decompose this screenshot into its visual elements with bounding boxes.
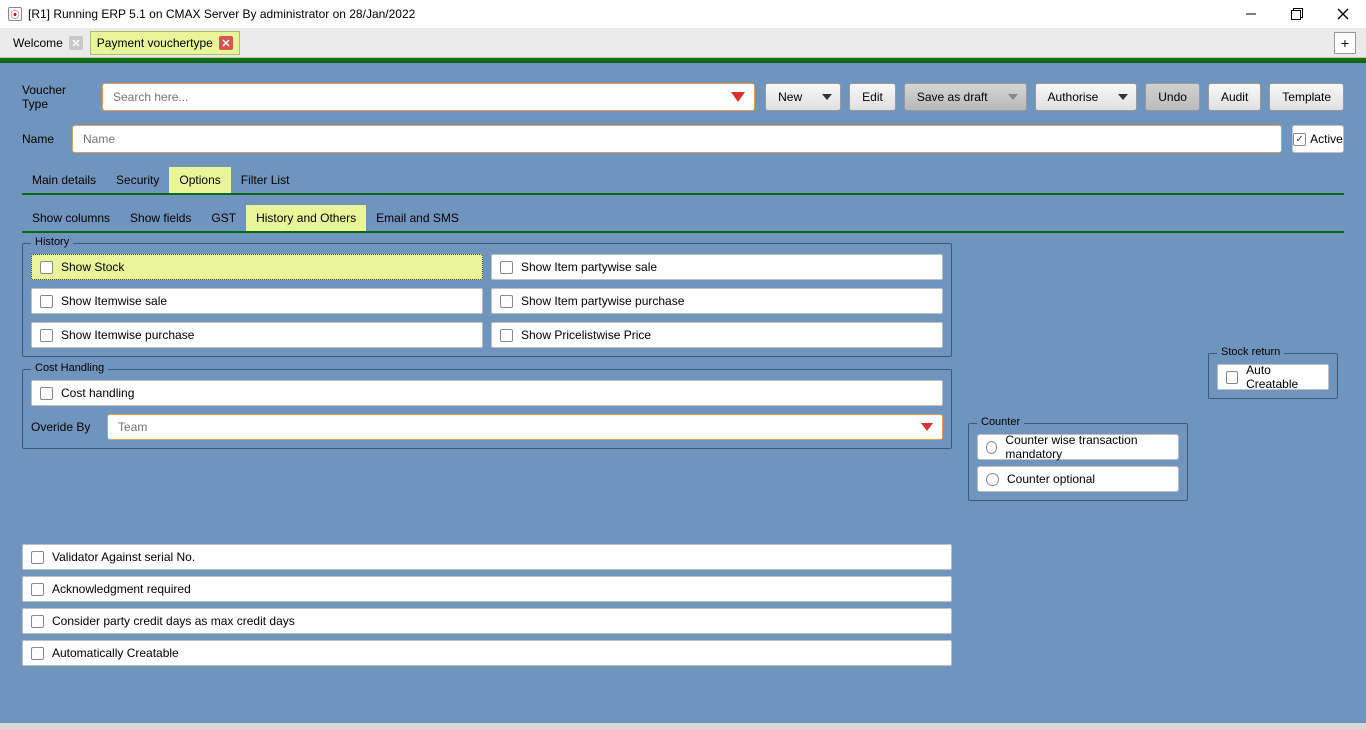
ack-required-row[interactable]: Acknowledgment required <box>22 576 952 602</box>
name-input[interactable] <box>72 125 1282 153</box>
new-button[interactable]: New <box>765 83 841 111</box>
edit-button[interactable]: Edit <box>849 83 896 111</box>
pricelist-price-label: Show Pricelistwise Price <box>521 328 651 342</box>
tab-filter-list[interactable]: Filter List <box>231 167 300 193</box>
validator-serial-checkbox[interactable] <box>31 551 44 564</box>
minimize-button[interactable] <box>1228 0 1274 28</box>
pricelist-price-checkbox[interactable] <box>500 329 513 342</box>
itemwise-sale-label: Show Itemwise sale <box>61 294 167 308</box>
consider-credit-row[interactable]: Consider party credit days as max credit… <box>22 608 952 634</box>
itemwise-purchase-checkbox[interactable] <box>40 329 53 342</box>
cost-handling-fieldset: Cost Handling Cost handling Overide By <box>22 369 952 449</box>
show-stock-row[interactable]: Show Stock <box>31 254 483 280</box>
stock-return-fieldset: Stock return Auto Creatable <box>1208 353 1338 399</box>
counter-optional-radio[interactable] <box>986 473 999 486</box>
audit-button[interactable]: Audit <box>1208 83 1261 111</box>
chevron-down-icon <box>1008 94 1018 100</box>
counter-optional-label: Counter optional <box>1007 472 1095 486</box>
action-toolbar: New Edit Save as draft Authorise Undo Au… <box>765 83 1344 111</box>
validator-serial-label: Validator Against serial No. <box>52 550 195 564</box>
option-subtabs: Show columns Show fields GST History and… <box>22 205 1344 233</box>
active-label: Active <box>1310 132 1343 146</box>
chevron-down-icon <box>822 94 832 100</box>
auto-creatable-label: Automatically Creatable <box>52 646 179 660</box>
itemwise-sale-checkbox[interactable] <box>40 295 53 308</box>
stock-return-legend: Stock return <box>1217 346 1284 358</box>
partywise-purchase-row[interactable]: Show Item partywise purchase <box>491 288 943 314</box>
voucher-type-search[interactable] <box>102 83 755 111</box>
partywise-purchase-label: Show Item partywise purchase <box>521 294 684 308</box>
app-icon: ⦿ <box>8 7 22 21</box>
itemwise-purchase-row[interactable]: Show Itemwise purchase <box>31 322 483 348</box>
bottom-bar <box>0 723 1366 729</box>
voucher-type-label: Voucher Type <box>22 83 92 111</box>
chevron-down-icon <box>1118 94 1128 100</box>
tab-label: Payment vouchertype <box>97 36 213 50</box>
auto-creatable-row[interactable]: Automatically Creatable <box>22 640 952 666</box>
tab-payment-vouchertype[interactable]: Payment vouchertype <box>90 31 240 55</box>
undo-button[interactable]: Undo <box>1145 83 1200 111</box>
dropdown-caret-icon[interactable] <box>921 423 933 431</box>
subtab-history-others[interactable]: History and Others <box>246 205 366 231</box>
show-stock-checkbox[interactable] <box>40 261 53 274</box>
document-tabbar: Welcome Payment vouchertype + <box>0 28 1366 58</box>
stock-auto-creatable-checkbox[interactable] <box>1226 371 1238 384</box>
ack-required-checkbox[interactable] <box>31 583 44 596</box>
authorise-button[interactable]: Authorise <box>1035 83 1138 111</box>
titlebar: ⦿ [R1] Running ERP 5.1 on CMAX Server By… <box>0 0 1366 28</box>
tab-close-icon[interactable] <box>219 36 233 50</box>
itemwise-sale-row[interactable]: Show Itemwise sale <box>31 288 483 314</box>
auto-creatable-checkbox[interactable] <box>31 647 44 660</box>
consider-credit-checkbox[interactable] <box>31 615 44 628</box>
tab-security[interactable]: Security <box>106 167 169 193</box>
name-label: Name <box>22 132 62 146</box>
history-fieldset: History Show Stock Show Item partywise s… <box>22 243 952 357</box>
override-by-label: Overide By <box>31 420 97 434</box>
content-area: Voucher Type New Edit Save as draft Auth… <box>0 63 1366 723</box>
tab-options[interactable]: Options <box>169 167 230 193</box>
close-button[interactable] <box>1320 0 1366 28</box>
counter-fieldset: Counter Counter wise transaction mandato… <box>968 423 1188 501</box>
consider-credit-label: Consider party credit days as max credit… <box>52 614 295 628</box>
itemwise-purchase-label: Show Itemwise purchase <box>61 328 194 342</box>
show-stock-label: Show Stock <box>61 260 124 274</box>
dropdown-caret-icon[interactable] <box>731 92 745 102</box>
tab-label: Welcome <box>13 36 63 50</box>
main-tabs: Main details Security Options Filter Lis… <box>22 167 1344 195</box>
partywise-sale-row[interactable]: Show Item partywise sale <box>491 254 943 280</box>
subtab-gst[interactable]: GST <box>201 205 246 231</box>
validator-serial-row[interactable]: Validator Against serial No. <box>22 544 952 570</box>
counter-mandatory-radio[interactable] <box>986 441 997 454</box>
save-draft-button[interactable]: Save as draft <box>904 83 1027 111</box>
tab-close-icon[interactable] <box>69 36 83 50</box>
counter-legend: Counter <box>977 416 1024 428</box>
add-tab-button[interactable]: + <box>1334 32 1356 54</box>
partywise-sale-checkbox[interactable] <box>500 261 513 274</box>
subtab-show-columns[interactable]: Show columns <box>22 205 120 231</box>
tab-welcome[interactable]: Welcome <box>6 31 90 55</box>
partywise-purchase-checkbox[interactable] <box>500 295 513 308</box>
cost-handling-row[interactable]: Cost handling <box>31 380 943 406</box>
history-legend: History <box>31 236 73 248</box>
stock-auto-creatable-row[interactable]: Auto Creatable <box>1217 364 1329 390</box>
cost-handling-checkbox[interactable] <box>40 387 53 400</box>
ack-required-label: Acknowledgment required <box>52 582 191 596</box>
cost-handling-legend: Cost Handling <box>31 362 108 374</box>
counter-optional-row[interactable]: Counter optional <box>977 466 1179 492</box>
window-title: [R1] Running ERP 5.1 on CMAX Server By a… <box>28 7 415 21</box>
override-by-select[interactable] <box>107 414 943 440</box>
template-button[interactable]: Template <box>1269 83 1344 111</box>
counter-mandatory-label: Counter wise transaction mandatory <box>1005 433 1170 461</box>
partywise-sale-label: Show Item partywise sale <box>521 260 657 274</box>
subtab-show-fields[interactable]: Show fields <box>120 205 201 231</box>
subtab-email-sms[interactable]: Email and SMS <box>366 205 469 231</box>
stock-auto-creatable-label: Auto Creatable <box>1246 363 1320 391</box>
pricelist-price-row[interactable]: Show Pricelistwise Price <box>491 322 943 348</box>
cost-handling-label: Cost handling <box>61 386 134 400</box>
counter-mandatory-row[interactable]: Counter wise transaction mandatory <box>977 434 1179 460</box>
active-checkbox[interactable] <box>1293 133 1306 146</box>
tab-main-details[interactable]: Main details <box>22 167 106 193</box>
active-toggle[interactable]: Active <box>1292 125 1344 153</box>
maximize-button[interactable] <box>1274 0 1320 28</box>
